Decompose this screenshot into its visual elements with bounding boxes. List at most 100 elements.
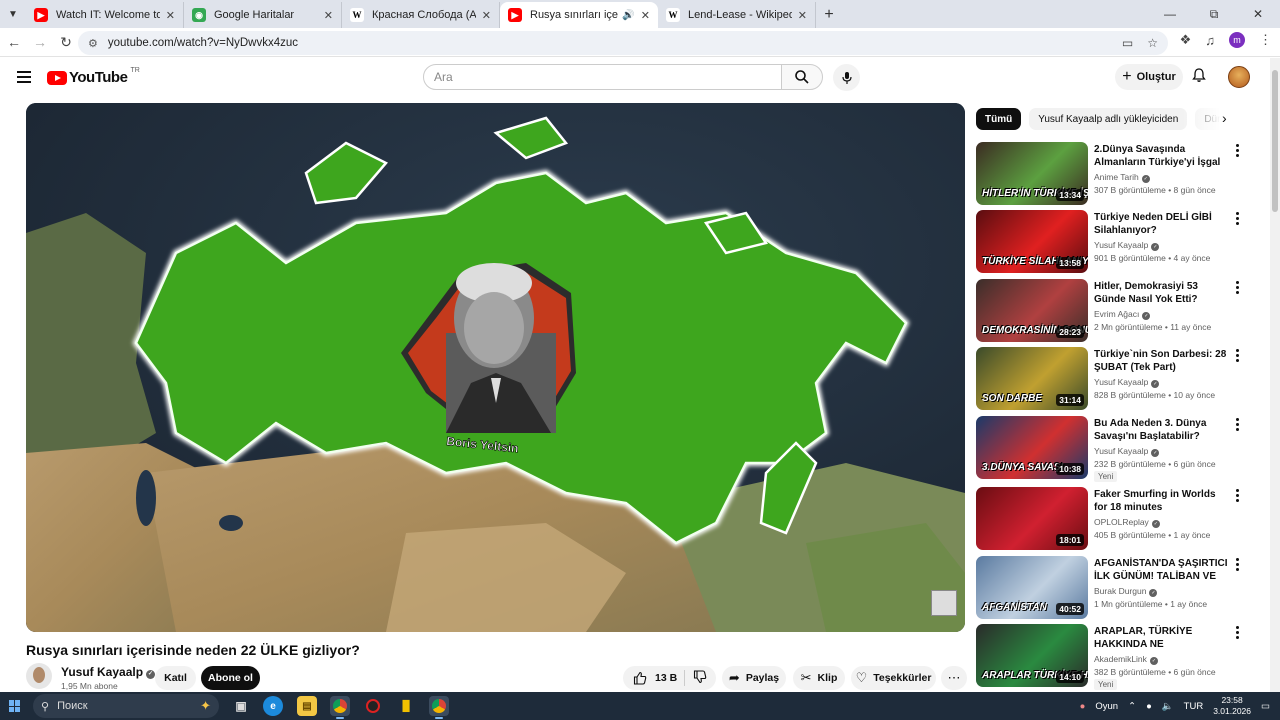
recommendation-channel[interactable]: Anime Tarih ✓ <box>1094 172 1150 183</box>
minimize-icon[interactable]: — <box>1148 0 1192 28</box>
file-explorer-icon[interactable]: ▤ <box>297 696 317 716</box>
recommendation-item[interactable]: 18:01 Faker Smurfing in Worlds for 18 min… <box>976 487 1260 551</box>
weather-text[interactable]: Oyun <box>1095 701 1118 712</box>
recommendation-title[interactable]: Türkiye`nin Son Darbesi: 28 ŞUBAT (Tek P… <box>1094 348 1231 374</box>
voice-search-button[interactable] <box>833 64 860 91</box>
subscribe-button[interactable]: Abone ol <box>201 666 260 690</box>
search-input[interactable]: Ara <box>423 64 782 90</box>
start-button[interactable] <box>0 692 30 720</box>
extensions-icon[interactable]: ❖ <box>1180 32 1192 48</box>
join-button[interactable]: Katıl <box>155 666 196 690</box>
language-indicator[interactable]: TUR <box>1184 701 1204 712</box>
more-vertical-icon[interactable] <box>1236 558 1240 573</box>
recommendation-channel[interactable]: Evrim Ağacı ✓ <box>1094 309 1151 320</box>
recommendation-title[interactable]: Türkiye Neden DELİ GİBİ Silahlanıyor? <box>1094 211 1231 237</box>
recommendation-title[interactable]: Faker Smurfing in Worlds for 18 minutes <box>1094 488 1231 514</box>
close-window-icon[interactable]: ✕ <box>1236 0 1280 28</box>
video-thumbnail[interactable]: SON DARBE 31:14 <box>976 347 1088 410</box>
recommendation-title[interactable]: Hitler, Demokrasiyi 53 Günde Nasıl Yok E… <box>1094 280 1231 306</box>
chevron-right-icon[interactable]: › <box>1222 110 1227 126</box>
recommendation-item[interactable]: 3.DÜNYA SAVAŞI 10:38 Bu Ada Neden 3. Dünya… <box>976 416 1260 482</box>
browser-menu-icon[interactable]: ⋮ <box>1259 32 1272 48</box>
more-vertical-icon[interactable] <box>1236 144 1240 159</box>
browser-tab-3[interactable]: ▶ Rusya sınırları içerisinde ne🔊 ✕ <box>500 2 658 28</box>
browser-tab-0[interactable]: ▶ Watch IT: Welcome to Derry Se ✕ <box>26 2 184 28</box>
menu-hamburger-icon[interactable] <box>17 71 31 86</box>
tab-search-chevron-icon[interactable]: ▼ <box>0 0 26 28</box>
close-tab-icon[interactable]: ✕ <box>324 9 333 22</box>
chip-1[interactable]: Yusuf Kayaalp adlı yükleyiciden <box>1029 108 1188 130</box>
browser-tab-1[interactable]: ◉ Google Haritalar ✕ <box>184 2 342 28</box>
recommendation-channel[interactable]: OPLOLReplay ✓ <box>1094 517 1160 528</box>
browser-tab-2[interactable]: W Красная Слобода (Азербайдж ✕ <box>342 2 500 28</box>
clock[interactable]: 23:58 3.01.2026 <box>1213 695 1251 717</box>
recommendation-item[interactable]: TÜRKİYE SİLAHLANIYOR13:58Türkiye Neden D… <box>976 210 1260 274</box>
recommendation-channel[interactable]: Burak Durgun ✓ <box>1094 586 1158 597</box>
more-vertical-icon[interactable] <box>1236 418 1240 433</box>
dislike-button[interactable] <box>685 669 715 687</box>
recommendation-item[interactable]: SON DARBE 31:14 Türkiye`nin Son Darbesi: 2… <box>976 347 1260 411</box>
recommendation-title[interactable]: ARAPLAR, TÜRKİYE HAKKINDA NE DÜŞÜNÜYOR? … <box>1094 625 1231 651</box>
video-thumbnail[interactable]: 3.DÜNYA SAVAŞI 10:38 <box>976 416 1088 479</box>
video-thumbnail[interactable]: ARAPLAR TÜRKİYE HAKKINDA NE DÜŞÜNÜYOR?14… <box>976 624 1088 687</box>
close-tab-icon[interactable]: ✕ <box>641 9 650 22</box>
reload-icon[interactable]: ↻ <box>54 30 78 54</box>
notifications-bell-icon[interactable] <box>1192 68 1206 86</box>
recommendation-channel[interactable]: Yusuf Kayaalp ✓ <box>1094 240 1160 251</box>
channel-avatar[interactable] <box>26 663 52 689</box>
site-info-icon[interactable]: ⚙ <box>88 37 98 50</box>
recommendation-title[interactable]: AFGANİSTAN'DA ŞAŞIRTICI İLK GÜNÜM! TALİB… <box>1094 557 1231 583</box>
recommendation-title[interactable]: Bu Ada Neden 3. Dünya Savaşı'nı Başlatab… <box>1094 417 1231 443</box>
video-thumbnail[interactable]: HİTLER'İN TÜRKİYE İŞGAL PLANI13:34 <box>976 142 1088 205</box>
media-control-icon[interactable]: ♫ <box>1205 33 1215 48</box>
more-actions-button[interactable]: ⋯ <box>941 666 967 690</box>
more-vertical-icon[interactable] <box>1236 281 1240 296</box>
recommendation-item[interactable]: DEMOKRASİNİN SONU 28:23 Hitler, Demokrasiy… <box>976 279 1260 343</box>
restore-icon[interactable]: ⧉ <box>1192 0 1236 28</box>
video-thumbnail[interactable]: AFGANİSTAN 40:52 <box>976 556 1088 619</box>
page-scrollbar[interactable] <box>1270 58 1280 692</box>
address-bar[interactable]: ⚙ youtube.com/watch?v=NyDwvkx4zuc ▭ ☆ <box>78 31 1168 55</box>
install-app-icon[interactable]: ▭ <box>1122 36 1133 50</box>
recommendation-item[interactable]: HİTLER'İN TÜRKİYE İŞGAL PLANI13:342.Düny… <box>976 142 1260 206</box>
video-player[interactable]: Boris Yeltsin <box>26 103 965 632</box>
recommendation-channel[interactable]: AkademikLink ✓ <box>1094 654 1158 665</box>
clip-button[interactable]: ✂ Klip <box>793 666 845 690</box>
new-tab-button[interactable]: + <box>816 2 842 28</box>
recommendation-item[interactable]: ARAPLAR TÜRKİYE HAKKINDA NE DÜŞÜNÜYOR?14… <box>976 624 1260 690</box>
video-thumbnail[interactable]: 18:01 <box>976 487 1088 550</box>
wifi-icon[interactable]: ● <box>1146 701 1152 712</box>
thanks-button[interactable]: ♡ Teşekkürler <box>851 666 936 690</box>
close-tab-icon[interactable]: ✕ <box>166 9 175 22</box>
taskbar-search[interactable]: ⚲ Поиск ✦ <box>33 694 219 718</box>
tray-chevron-icon[interactable]: ⌃ <box>1128 701 1136 712</box>
channel-name[interactable]: Yusuf Kayaalp ✓ <box>61 665 156 679</box>
close-tab-icon[interactable]: ✕ <box>482 9 491 22</box>
chrome-profile-icon[interactable] <box>429 696 449 719</box>
recommendation-item[interactable]: AFGANİSTAN 40:52 AFGANİSTAN'DA ŞAŞIRTICI İ… <box>976 556 1260 620</box>
search-button[interactable] <box>781 64 823 90</box>
notifications-icon[interactable]: ▭ <box>1261 701 1270 712</box>
channel-watermark[interactable] <box>931 590 957 616</box>
back-arrow-icon[interactable]: ← <box>2 30 26 54</box>
bookmark-star-icon[interactable]: ☆ <box>1147 36 1158 50</box>
recommendation-title[interactable]: 2.Dünya Savaşında Almanların Türkiye'yi … <box>1094 143 1231 169</box>
tab-audio-icon[interactable]: 🔊 <box>622 10 634 21</box>
create-button[interactable]: + Oluştur <box>1115 64 1183 90</box>
like-button[interactable]: 13 B <box>623 670 685 686</box>
browser-tab-4[interactable]: W Lend-Lease - Wikipedia ✕ <box>658 2 816 28</box>
task-view-icon[interactable]: ▣ <box>231 696 251 716</box>
account-avatar[interactable] <box>1228 66 1250 88</box>
recommendation-channel[interactable]: Yusuf Kayaalp ✓ <box>1094 377 1160 388</box>
share-button[interactable]: ➦ Paylaş <box>722 666 786 690</box>
video-thumbnail[interactable]: DEMOKRASİNİN SONU 28:23 <box>976 279 1088 342</box>
youtube-logo[interactable]: YouTube TR <box>47 67 140 86</box>
forward-arrow-icon[interactable]: → <box>28 30 52 54</box>
recommendation-channel[interactable]: Yusuf Kayaalp ✓ <box>1094 446 1160 457</box>
more-vertical-icon[interactable] <box>1236 626 1240 641</box>
weather-icon[interactable]: ● <box>1080 701 1086 712</box>
close-tab-icon[interactable]: ✕ <box>798 9 807 22</box>
app-icon-red-circle[interactable] <box>363 696 383 716</box>
more-vertical-icon[interactable] <box>1236 489 1240 504</box>
edge-browser-icon[interactable]: e <box>263 696 283 716</box>
